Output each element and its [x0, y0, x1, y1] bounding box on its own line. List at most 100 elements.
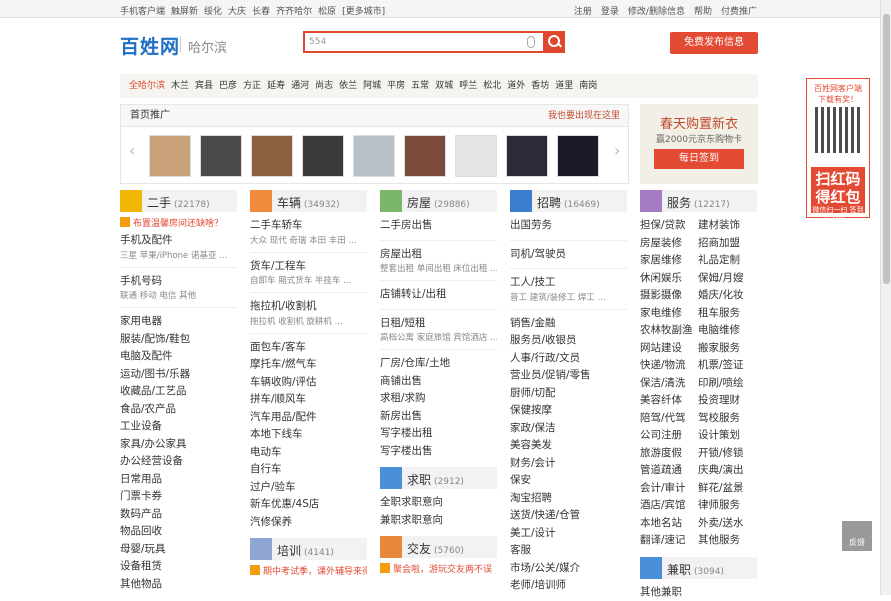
category-link[interactable]: 翻译/速记: [640, 532, 698, 550]
category-link[interactable]: 保洁/清洗: [640, 375, 698, 393]
district-link[interactable]: 道里: [555, 81, 573, 91]
category-link[interactable]: 淘宝招聘: [510, 490, 627, 508]
category-link[interactable]: 汽车用品/配件: [250, 409, 367, 427]
category-link[interactable]: 担保/贷款: [640, 217, 698, 235]
promo-thumb[interactable]: [149, 135, 191, 177]
subcategory-links[interactable]: 三星 苹果/iPhone 诺基亚 ...: [120, 250, 237, 262]
district-link[interactable]: 香坊: [531, 81, 549, 91]
category-link[interactable]: 电脑维修: [698, 322, 756, 340]
category-link[interactable]: 汽修保养: [250, 514, 367, 532]
promo-thumb[interactable]: [251, 135, 293, 177]
city-link-songyuan[interactable]: 松原: [318, 7, 336, 17]
subcategory-links[interactable]: 整套出租 单间出租 床位出租 ...: [380, 263, 497, 275]
district-link[interactable]: 宾县: [195, 81, 213, 91]
section-title[interactable]: 车辆(34932): [277, 194, 340, 211]
category-link[interactable]: 营业员/促销/零售: [510, 367, 627, 385]
promo-thumb[interactable]: [404, 135, 446, 177]
free-post-button[interactable]: 免费发布信息: [670, 32, 758, 54]
category-link[interactable]: 货车/工程车: [250, 258, 367, 276]
category-link[interactable]: 写字楼出售: [380, 443, 497, 461]
feedback-button[interactable]: 反馈: [842, 521, 872, 551]
category-link[interactable]: 设计策划: [698, 427, 756, 445]
category-link[interactable]: 搬家服务: [698, 340, 756, 358]
section-name[interactable]: 招聘: [537, 196, 561, 210]
section-name[interactable]: 培训: [277, 544, 301, 558]
section-name[interactable]: 服务: [667, 196, 691, 210]
category-link[interactable]: 厨师/切配: [510, 385, 627, 403]
category-link[interactable]: 其他兼职: [640, 584, 757, 601]
district-link[interactable]: 平房: [387, 81, 405, 91]
category-link[interactable]: 送货/快递/仓管: [510, 507, 627, 525]
promo-thumb[interactable]: [302, 135, 344, 177]
category-link[interactable]: 摩托车/燃气车: [250, 356, 367, 374]
city-link-suihua[interactable]: 绥化: [204, 7, 222, 17]
category-link[interactable]: 司机/驾驶员: [510, 246, 627, 264]
district-link[interactable]: 通河: [291, 81, 309, 91]
district-link[interactable]: 依兰: [339, 81, 357, 91]
section-name[interactable]: 二手: [147, 196, 171, 210]
category-link[interactable]: 管道疏通: [640, 462, 698, 480]
category-link[interactable]: 数码产品: [120, 506, 237, 524]
district-link[interactable]: 巴彦: [219, 81, 237, 91]
notice-link[interactable]: 期中考试季，课外辅导来得及: [250, 565, 367, 580]
search-button[interactable]: [543, 31, 565, 53]
category-link[interactable]: 客服: [510, 542, 627, 560]
category-link[interactable]: 销售/金融: [510, 315, 627, 333]
district-link[interactable]: 呼兰: [459, 81, 477, 91]
category-link[interactable]: 手机及配件: [120, 232, 237, 250]
category-link[interactable]: 房屋装修: [640, 235, 698, 253]
category-link[interactable]: 新房出售: [380, 408, 497, 426]
category-link[interactable]: 家具/办公家具: [120, 436, 237, 454]
category-link[interactable]: 电动车: [250, 444, 367, 462]
notice-link[interactable]: 布置温馨房间还缺啥？: [120, 217, 237, 232]
paid-promo-link[interactable]: 付费推广: [721, 7, 757, 17]
category-link[interactable]: 外卖/送水: [698, 515, 756, 533]
category-link[interactable]: 投资理财: [698, 392, 756, 410]
category-link[interactable]: 求租/求购: [380, 390, 497, 408]
promo-thumb[interactable]: [200, 135, 242, 177]
section-name[interactable]: 交友: [407, 542, 431, 556]
category-link[interactable]: 休闲娱乐: [640, 270, 698, 288]
city-link-daqing[interactable]: 大庆: [228, 7, 246, 17]
category-link[interactable]: 婚庆/化妆: [698, 287, 756, 305]
category-link[interactable]: 农林牧副渔: [640, 322, 698, 340]
category-link[interactable]: 鲜花/盆景: [698, 480, 756, 498]
category-link[interactable]: 摄影摄像: [640, 287, 698, 305]
category-link[interactable]: 人事/行政/文员: [510, 350, 627, 368]
edit-delete-link[interactable]: 修改/删除信息: [628, 7, 685, 17]
more-cities-link[interactable]: [更多城市]: [342, 7, 385, 17]
category-link[interactable]: 工业设备: [120, 418, 237, 436]
scrollbar-thumb[interactable]: [883, 14, 890, 284]
category-link[interactable]: 公司注册: [640, 427, 698, 445]
chevron-right-icon[interactable]: ›: [614, 143, 624, 159]
category-link[interactable]: 网站建设: [640, 340, 698, 358]
notice-text[interactable]: 聚会啦，游玩交友两不误: [393, 565, 492, 575]
category-link[interactable]: 陪驾/代驾: [640, 410, 698, 428]
category-link[interactable]: 二手车轿车: [250, 217, 367, 235]
category-link[interactable]: 庆典/演出: [698, 462, 756, 480]
category-link[interactable]: 新车优惠/4S店: [250, 496, 367, 514]
category-link[interactable]: 保安: [510, 472, 627, 490]
category-link[interactable]: 老师/培训师: [510, 577, 627, 595]
category-link[interactable]: 食品/农产品: [120, 401, 237, 419]
category-link[interactable]: 手机号码: [120, 273, 237, 291]
category-link[interactable]: 电脑及配件: [120, 348, 237, 366]
promo-thumb[interactable]: [455, 135, 497, 177]
section-title[interactable]: 二手(22178): [147, 194, 210, 211]
district-link[interactable]: 尚志: [315, 81, 333, 91]
mobile-client-link[interactable]: 手机客户端: [120, 7, 165, 17]
district-link[interactable]: 道外: [507, 81, 525, 91]
district-link[interactable]: 阿城: [363, 81, 381, 91]
category-link[interactable]: 租车服务: [698, 305, 756, 323]
touch-link[interactable]: 触屏新: [171, 7, 198, 17]
category-link[interactable]: 开锁/修锁: [698, 445, 756, 463]
city-link-qiqihar[interactable]: 齐齐哈尔: [276, 7, 312, 17]
subcategory-links[interactable]: 高档公寓 家庭旅馆 宾馆酒店 ...: [380, 332, 497, 344]
daily-sign-in-button[interactable]: 每日签到: [654, 149, 744, 169]
category-link[interactable]: 家电维修: [640, 305, 698, 323]
register-link[interactable]: 注册: [574, 7, 592, 17]
category-link[interactable]: 厂房/仓库/土地: [380, 355, 497, 373]
section-name[interactable]: 车辆: [277, 196, 301, 210]
promo-thumb[interactable]: [353, 135, 395, 177]
category-link[interactable]: 写字楼出租: [380, 425, 497, 443]
